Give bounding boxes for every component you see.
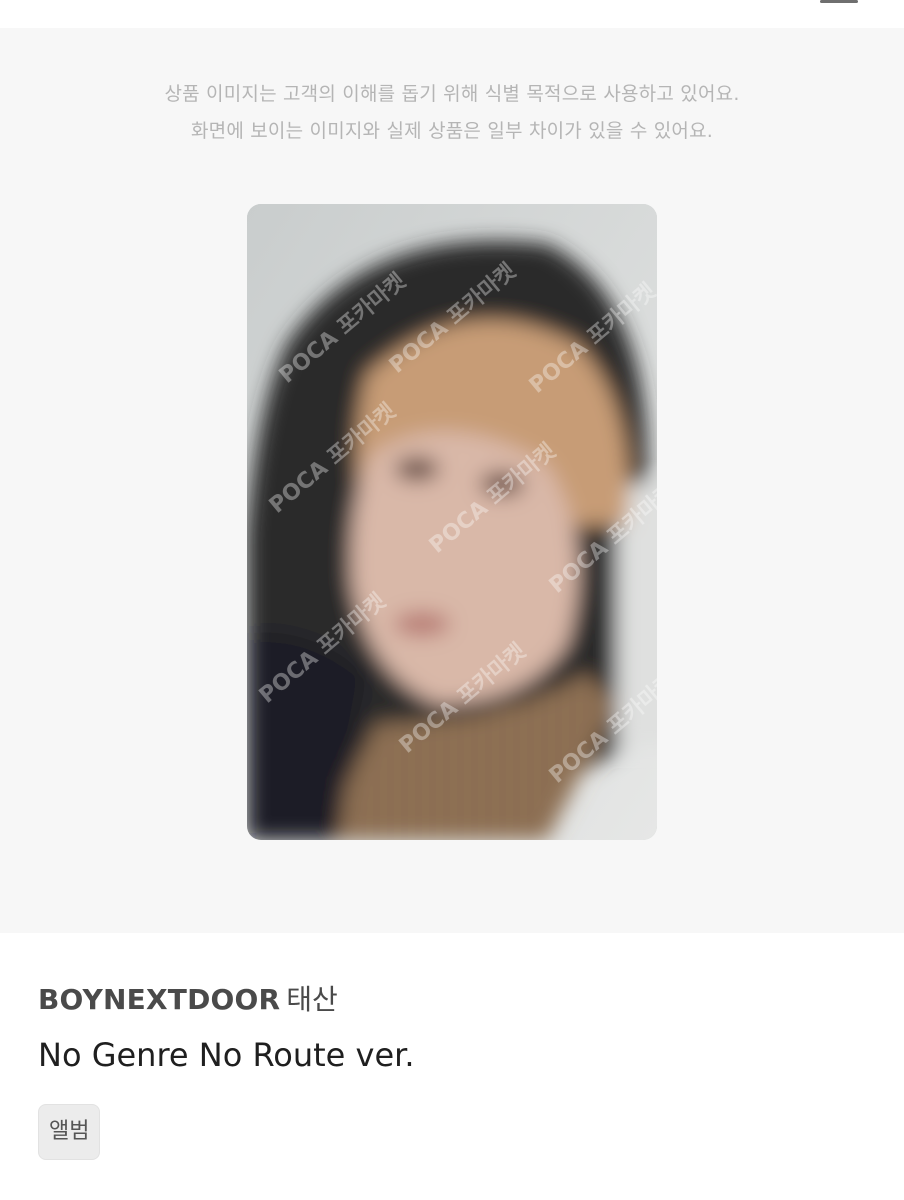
category-tag[interactable]: 앨범 (38, 1104, 101, 1160)
disclaimer-line-2: 화면에 보이는 이미지와 실제 상품은 일부 차이가 있을 수 있어요. (190, 120, 714, 142)
disclaimer-line-1: 상품 이미지는 고객의 이해를 돕기 위해 식별 목적으로 사용하고 있어요. (164, 83, 740, 105)
product-version: No Genre No Route ver. (38, 1036, 415, 1074)
blurred-photo: POCA 포카마켓 POCA 포카마켓 POCA 포카마켓 POCA 포카마켓 … (247, 204, 657, 840)
menu-icon[interactable] (820, 0, 858, 3)
product-info: BOYNEXTDOOR 태산 No Genre No Route ver. 앨범 (38, 978, 868, 1160)
product-title: BOYNEXTDOOR 태산 (38, 978, 868, 1022)
top-bar (0, 0, 904, 28)
product-image-section: 상품 이미지는 고객의 이해를 돕기 위해 식별 목적으로 사용하고 있어요. … (0, 28, 904, 933)
artist-name[interactable]: BOYNEXTDOOR (38, 983, 280, 1016)
member-name: 태산 (286, 983, 338, 1016)
photocard-image[interactable]: POCA 포카마켓 POCA 포카마켓 POCA 포카마켓 POCA 포카마켓 … (247, 204, 657, 840)
image-disclaimer: 상품 이미지는 고객의 이해를 돕기 위해 식별 목적으로 사용하고 있어요. … (0, 76, 904, 150)
